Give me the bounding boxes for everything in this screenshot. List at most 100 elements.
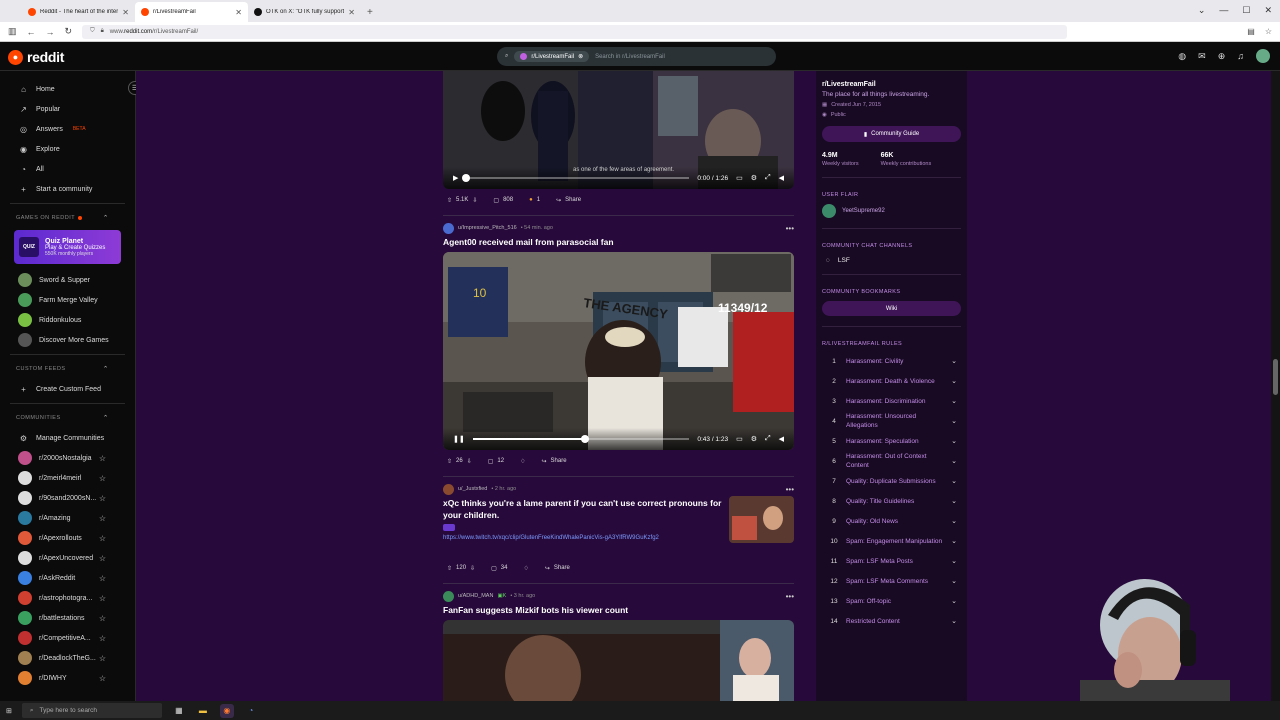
browser-tab[interactable]: OTK on X: "OTK fully supports a ✕ bbox=[248, 2, 361, 22]
sidebar-item-answers[interactable]: ◎ Answers BETA bbox=[0, 119, 135, 139]
wiki-button[interactable]: Wiki bbox=[822, 301, 961, 316]
pause-icon[interactable]: ❚❚ bbox=[453, 435, 465, 443]
rule-item[interactable]: 12 Spam: LSF Meta Comments ⌄ bbox=[822, 571, 961, 591]
sidebar-item-community[interactable]: r/Apexrollouts ☆ bbox=[0, 528, 135, 548]
rule-item[interactable]: 1 Harassment: Civility ⌄ bbox=[822, 351, 961, 371]
scrubber-knob[interactable] bbox=[581, 435, 590, 443]
chevron-down-icon[interactable]: ⌄ bbox=[951, 417, 957, 425]
captions-icon[interactable]: ▭ bbox=[736, 435, 743, 443]
more-options-icon[interactable]: ••• bbox=[786, 592, 794, 601]
chevron-down-icon[interactable]: ⌄ bbox=[951, 477, 957, 485]
firefox-icon[interactable]: ◉ bbox=[219, 703, 234, 718]
sidebar-item-community[interactable]: r/DIWHY ☆ bbox=[0, 668, 135, 688]
close-tab-icon[interactable]: ✕ bbox=[348, 8, 355, 17]
upvote-icon[interactable]: ⇧ bbox=[447, 197, 452, 204]
rule-item[interactable]: 3 Harassment: Discrimination ⌄ bbox=[822, 391, 961, 411]
post-author[interactable]: u/_Justxfied bbox=[458, 486, 487, 492]
sidebar-item-community[interactable]: r/battlestations ☆ bbox=[0, 608, 135, 628]
sidebar-item-home[interactable]: ⌂ Home bbox=[0, 79, 135, 99]
chevron-down-icon[interactable]: ⌄ bbox=[951, 377, 957, 385]
sidebar-item-game[interactable]: Sword & Supper bbox=[0, 270, 135, 290]
file-explorer-icon[interactable]: ▬ bbox=[196, 704, 210, 718]
post-author[interactable]: u/Impressive_Pitch_516 bbox=[458, 225, 517, 231]
rule-item[interactable]: 9 Quality: Old News ⌄ bbox=[822, 511, 961, 531]
post-video[interactable]: as one of the few areas of agreement. ▶ … bbox=[443, 71, 794, 189]
favorite-star-icon[interactable]: ☆ bbox=[99, 634, 106, 643]
sidebar-toggle-icon[interactable]: ▥ bbox=[8, 26, 17, 37]
upvote-icon[interactable]: ⇧ bbox=[447, 565, 452, 572]
sidebar-item-community[interactable]: r/AskReddit ☆ bbox=[0, 568, 135, 588]
address-bar[interactable]: ⛉ 🔒︎ www.reddit.com/r/LivestreamFail/ bbox=[82, 24, 1068, 39]
rule-item[interactable]: 11 Spam: LSF Meta Posts ⌄ bbox=[822, 551, 961, 571]
sidebar-item-game[interactable]: Riddonkulous bbox=[0, 310, 135, 330]
chevron-down-icon[interactable]: ⌄ bbox=[951, 517, 957, 525]
task-view-icon[interactable]: ▦ bbox=[172, 704, 186, 718]
chevron-down-icon[interactable]: ⌄ bbox=[951, 397, 957, 405]
chevron-down-icon[interactable]: ⌄ bbox=[951, 557, 957, 565]
sidebar-item-all[interactable]: ◔ All bbox=[0, 159, 135, 179]
search-input[interactable]: Search in r/LivestreamFail bbox=[595, 54, 665, 60]
chevron-down-icon[interactable]: ⌄ bbox=[951, 617, 957, 625]
scrubber-knob[interactable] bbox=[462, 174, 471, 182]
chevron-down-icon[interactable]: ⌄ bbox=[951, 437, 957, 445]
fullscreen-icon[interactable]: ⤢ bbox=[765, 435, 771, 443]
minimize-icon[interactable]: — bbox=[1219, 5, 1228, 16]
play-icon[interactable]: ▶ bbox=[453, 174, 458, 182]
favorite-star-icon[interactable]: ☆ bbox=[99, 494, 106, 503]
games-section-header[interactable]: GAMES ON REDDIT ⌃ bbox=[0, 208, 135, 228]
sidebar-item-popular[interactable]: ↗ Popular bbox=[0, 99, 135, 119]
chevron-down-icon[interactable]: ⌄ bbox=[951, 457, 957, 465]
browser-tab[interactable]: Reddit - The heart of the intern ✕ bbox=[22, 2, 135, 22]
chat-icon[interactable]: ✉ bbox=[1198, 51, 1206, 62]
chevron-down-icon[interactable]: ⌄ bbox=[951, 577, 957, 585]
favorite-star-icon[interactable]: ☆ bbox=[99, 654, 106, 663]
chat-channel-lsf[interactable]: ◌ LSF bbox=[822, 257, 961, 264]
favorite-star-icon[interactable]: ☆ bbox=[99, 574, 106, 583]
user-avatar[interactable] bbox=[443, 590, 454, 602]
sidebar-item-start-community[interactable]: + Start a community bbox=[0, 179, 135, 199]
reader-view-icon[interactable]: ▤ bbox=[1247, 27, 1255, 36]
reload-icon[interactable]: ↻ bbox=[65, 26, 73, 37]
community-name[interactable]: r/LivestreamFail bbox=[822, 81, 961, 88]
video-scrubber[interactable] bbox=[462, 174, 690, 182]
chevron-down-icon[interactable]: ⌄ bbox=[951, 497, 957, 505]
taskbar-search[interactable]: ⌕ Type here to search bbox=[21, 703, 162, 718]
favorite-star-icon[interactable]: ☆ bbox=[99, 514, 106, 523]
sidebar-item-community[interactable]: r/ApexUncovered ☆ bbox=[0, 548, 135, 568]
chevron-down-icon[interactable]: ⌄ bbox=[951, 537, 957, 545]
sidebar-item-community[interactable]: r/CompetitiveA... ☆ bbox=[0, 628, 135, 648]
discord-icon[interactable]: ◔ bbox=[244, 704, 258, 718]
user-avatar[interactable] bbox=[443, 222, 454, 234]
more-options-icon[interactable]: ••• bbox=[786, 224, 794, 233]
taskbar-search-input[interactable]: Type here to search bbox=[40, 707, 97, 714]
settings-icon[interactable]: ⚙ bbox=[751, 435, 757, 443]
scrollbar-thumb[interactable] bbox=[1273, 359, 1278, 395]
quiz-planet-card[interactable]: QUIZ Quiz Planet Play & Create Quizzes 5… bbox=[14, 230, 121, 264]
post-author[interactable]: u/ADHD_MAN bbox=[458, 593, 493, 599]
favorite-star-icon[interactable]: ☆ bbox=[99, 594, 106, 603]
sidebar-item-community[interactable]: r/2000sNostalgia ☆ bbox=[0, 448, 135, 468]
award-button[interactable]: ♢ bbox=[516, 456, 529, 467]
settings-icon[interactable]: ⚙ bbox=[751, 174, 757, 182]
sidebar-item-game[interactable]: Farm Merge Valley bbox=[0, 290, 135, 310]
close-window-icon[interactable]: ✕ bbox=[1264, 5, 1272, 16]
list-tabs-icon[interactable]: ⌄ bbox=[1198, 5, 1206, 16]
chevron-down-icon[interactable]: ⌄ bbox=[951, 597, 957, 605]
rule-item[interactable]: 5 Harassment: Speculation ⌄ bbox=[822, 431, 961, 451]
favorite-star-icon[interactable]: ☆ bbox=[99, 534, 106, 543]
favorite-star-icon[interactable]: ☆ bbox=[99, 454, 106, 463]
user-flair[interactable]: YeetSupreme92 bbox=[822, 204, 961, 218]
rule-item[interactable]: 14 Restricted Content ⌄ bbox=[822, 611, 961, 631]
notifications-icon[interactable]: ♫ bbox=[1237, 51, 1244, 61]
browser-tab-active[interactable]: r/LivestreamFail ✕ bbox=[135, 2, 248, 22]
downvote-icon[interactable]: ⇩ bbox=[472, 197, 477, 204]
rule-item[interactable]: 13 Spam: Off-topic ⌄ bbox=[822, 591, 961, 611]
fullscreen-icon[interactable]: ⤢ bbox=[765, 174, 771, 182]
comments-button[interactable]: ▢ 808 bbox=[489, 195, 517, 206]
rule-item[interactable]: 10 Spam: Engagement Manipulation ⌄ bbox=[822, 531, 961, 551]
custom-feeds-header[interactable]: CUSTOM FEEDS ⌃ bbox=[0, 359, 135, 379]
rule-item[interactable]: 7 Quality: Duplicate Submissions ⌄ bbox=[822, 471, 961, 491]
advertise-icon[interactable]: ◍ bbox=[1178, 51, 1186, 62]
new-tab-button[interactable]: + bbox=[361, 2, 379, 22]
comments-button[interactable]: ▢ 12 bbox=[484, 456, 508, 467]
